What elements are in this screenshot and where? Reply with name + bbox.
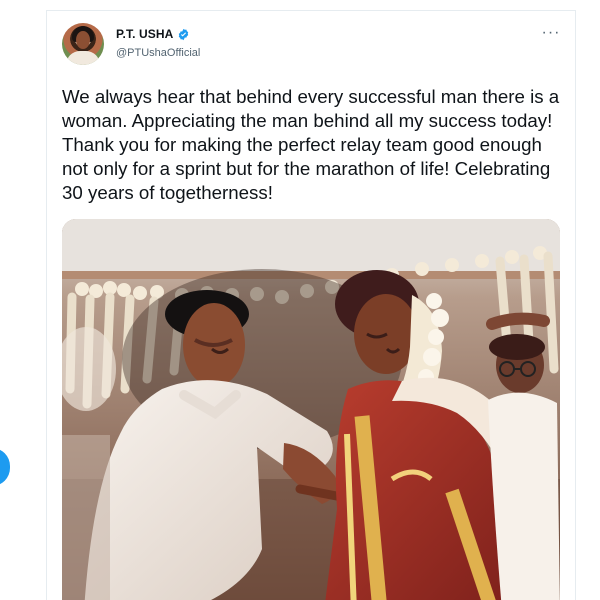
tweet-card: P.T. USHA @PTUshaOfficial ··· We always … [46,10,576,600]
avatar[interactable] [62,23,104,65]
verified-badge-icon [177,28,190,41]
user-handle[interactable]: @PTUshaOfficial [116,47,200,59]
tweet-photo[interactable] [62,219,560,600]
more-horizontal-icon[interactable]: ··· [540,25,562,45]
wedding-photo-illustration [62,219,560,600]
avatar-shirt [66,51,100,65]
display-name[interactable]: P.T. USHA [116,27,173,41]
scroll-handle[interactable] [0,448,10,486]
avatar-face [76,31,90,49]
tweet-text: We always hear that behind every success… [62,86,560,203]
tweet-page: P.T. USHA @PTUshaOfficial ··· We always … [0,0,600,600]
tweet-header: P.T. USHA @PTUshaOfficial ··· [62,23,562,67]
name-row: P.T. USHA [116,27,190,41]
